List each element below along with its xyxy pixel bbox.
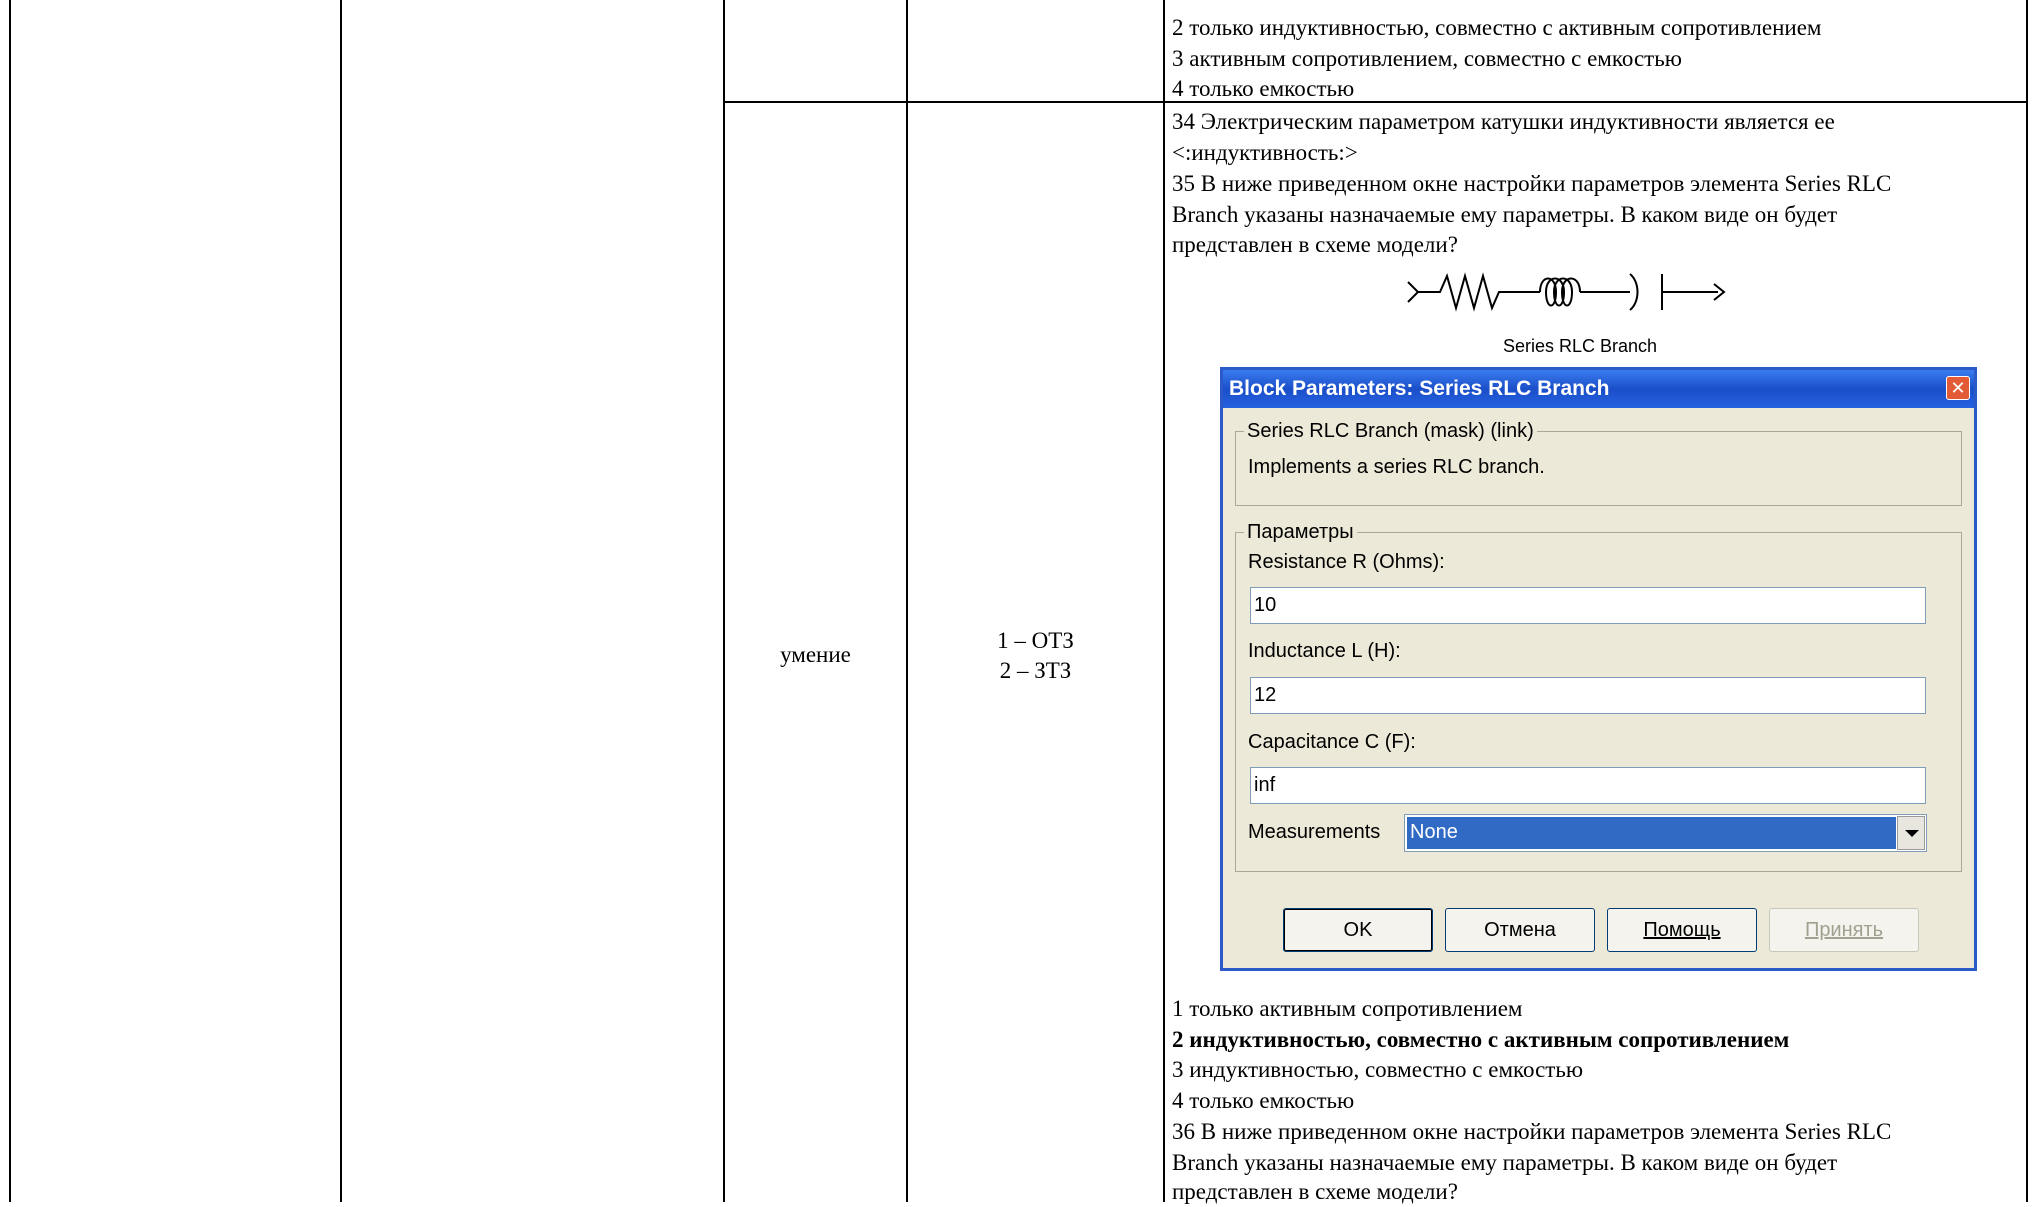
question-34-answer: <:индуктивность:> (1172, 140, 1358, 165)
prev-option-3: 3 активным сопротивлением, совместно с е… (1172, 46, 1682, 71)
dialog-title: Block Parameters: Series RLC Branch (1229, 377, 1610, 400)
mask-info-group: Series RLC Branch (mask) (link) Implemen… (1235, 419, 1962, 506)
table-border-col3 (906, 0, 908, 1202)
question-36-line2: Branch указаны назначаемые ему параметры… (1172, 1150, 1838, 1175)
question-35-option-1: 1 только активным сопротивлением (1172, 996, 1523, 1021)
prev-option-4: 4 только емкостью (1172, 76, 1355, 101)
table-border-right (2026, 0, 2028, 1202)
question-36-line1: 36 В ниже приведенном окне настройки пар… (1172, 1119, 1892, 1144)
table-cell-task-types-2: 2 – ЗТЗ (999, 658, 1072, 683)
cancel-button[interactable]: Отмена (1445, 908, 1595, 952)
table-border-col4 (1163, 0, 1165, 1202)
question-35-line2: Branch указаны назначаемые ему параметры… (1172, 202, 1838, 227)
question-35-line1: 35 В ниже приведенном окне настройки пар… (1172, 171, 1892, 196)
parameters-group-label: Параметры (1244, 520, 1357, 544)
close-icon[interactable]: ✕ (1946, 376, 1970, 400)
question-36-line3: представлен в схеме модели? (1172, 1179, 1458, 1204)
resistance-input[interactable]: 10 (1250, 587, 1926, 624)
apply-button[interactable]: Принять (1769, 908, 1919, 952)
measurements-selected-value: None (1407, 817, 1896, 849)
capacitance-label: Capacitance C (F): (1248, 731, 1416, 753)
question-35-option-4: 4 только емкостью (1172, 1088, 1355, 1113)
question-35-option-2-correct: 2 индуктивностью, совместно с активным с… (1172, 1027, 1790, 1052)
dialog-titlebar[interactable]: Block Parameters: Series RLC Branch ✕ (1223, 370, 1974, 408)
measurements-select[interactable]: None (1404, 814, 1927, 852)
question-34-text: 34 Электрическим параметром катушки инду… (1172, 109, 1835, 134)
table-cell-task-types-1: 1 – ОТЗ (997, 628, 1074, 653)
table-row-separator (723, 101, 2028, 103)
parameters-group: Параметры Resistance R (Ohms): 10 Induct… (1235, 520, 1962, 872)
table-border-left (9, 0, 11, 1202)
apply-button-label: Принять (1804, 919, 1884, 941)
dialog-description: Implements a series RLC branch. (1248, 456, 1545, 478)
measurements-label: Measurements (1248, 821, 1381, 843)
table-border-col1 (340, 0, 342, 1202)
series-rlc-symbol-icon (1407, 272, 1726, 312)
question-35-option-3: 3 индуктивностью, совместно с емкостью (1172, 1057, 1584, 1082)
ok-button[interactable]: OK (1283, 908, 1433, 952)
mask-group-label: Series RLC Branch (mask) (link) (1244, 419, 1537, 443)
series-rlc-caption: Series RLC Branch (1502, 336, 1658, 356)
help-button-label: Помощь (1643, 919, 1721, 941)
inductance-input[interactable]: 12 (1250, 677, 1926, 714)
inductance-label: Inductance L (H): (1248, 640, 1401, 662)
capacitance-input[interactable]: inf (1250, 767, 1926, 804)
resistance-label: Resistance R (Ohms): (1248, 551, 1445, 573)
question-35-line3: представлен в схеме модели? (1172, 232, 1458, 257)
table-cell-competence-type: умение (780, 642, 851, 667)
table-border-col2 (723, 0, 725, 1202)
help-button[interactable]: Помощь (1607, 908, 1757, 952)
block-parameters-dialog: Block Parameters: Series RLC Branch ✕ Se… (1220, 367, 1977, 971)
prev-option-2: 2 только индуктивностью, совместно с акт… (1172, 15, 1822, 40)
dropdown-arrow-icon[interactable] (1897, 816, 1925, 850)
